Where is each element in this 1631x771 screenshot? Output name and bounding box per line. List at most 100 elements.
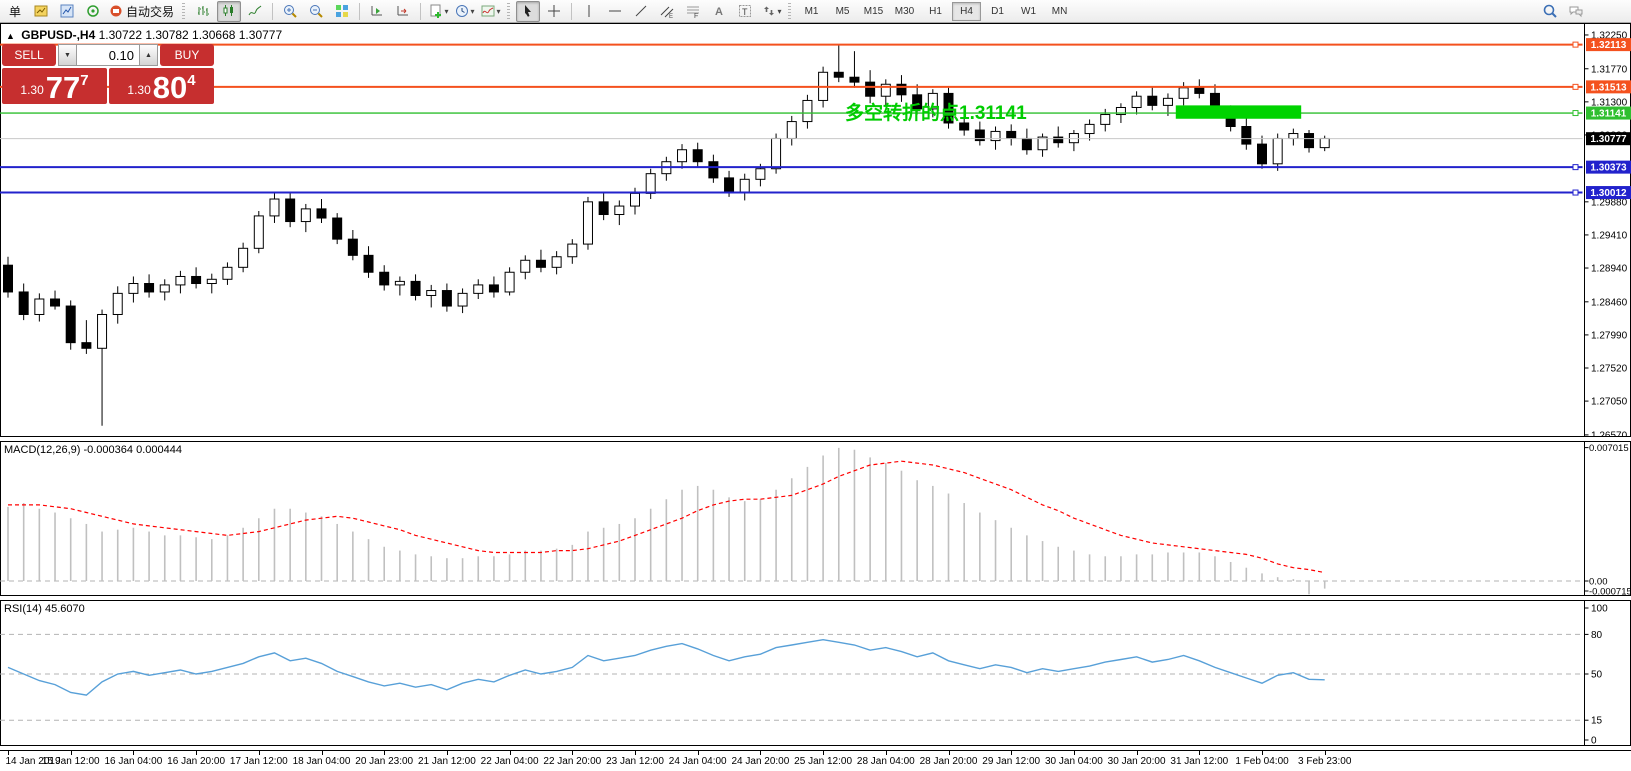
market-watch-icon [59, 3, 75, 19]
time-label: 21 Jan 12:00 [418, 756, 476, 767]
price-tick: 1.27990 [1591, 330, 1628, 341]
time-tick [1262, 751, 1263, 755]
timeframe-M15-button[interactable]: M15 [859, 2, 888, 21]
buy-price-sup: 4 [187, 72, 195, 89]
macd-label: MACD(12,26,9) -0.000364 0.000444 [4, 444, 182, 456]
toolbar: 单自动交易▾▾▾EFAT▾M1M5M15M30H1H4D1W1MN [0, 0, 1631, 23]
line-chart-button[interactable] [243, 1, 267, 22]
chart-annotation: 多空转折的点1.31141 [845, 101, 1027, 124]
main-chart-canvas[interactable]: 多空转折的点1.311411.322501.317701.313001.3083… [0, 23, 1631, 437]
timeframe-M5-button[interactable]: M5 [828, 2, 857, 21]
time-label: 28 Jan 04:00 [857, 756, 915, 767]
trendline-button[interactable] [629, 1, 653, 22]
text-button[interactable]: A [707, 1, 731, 22]
price-badge: 1.31513 [1590, 82, 1627, 93]
sell-price-sup: 7 [80, 72, 88, 89]
new-order-button[interactable]: 单 [3, 1, 27, 22]
zoom-in-button[interactable] [278, 1, 302, 22]
period-selector-button[interactable]: ▾ [452, 1, 476, 22]
tile-windows-icon [334, 3, 350, 19]
vertical-line-button[interactable] [577, 1, 601, 22]
volume-decrease-button[interactable]: ▼ [58, 44, 77, 66]
timeframe-H4-button[interactable]: H4 [952, 2, 981, 21]
bar-chart-button[interactable] [191, 1, 215, 22]
zoom-out-button[interactable] [304, 1, 328, 22]
chart-window-button[interactable] [29, 1, 53, 22]
time-tick [1137, 751, 1138, 755]
highlight-rect [1176, 105, 1301, 118]
auto-scroll-icon [395, 3, 411, 19]
price-tick: 1.31770 [1591, 64, 1628, 75]
auto-scroll-button[interactable] [391, 1, 415, 22]
horizontal-line-button[interactable] [603, 1, 627, 22]
rsi-canvas[interactable]: 1008050150 [0, 600, 1631, 746]
fibonacci-icon: F [685, 3, 701, 19]
timeframe-H1-button[interactable]: H1 [921, 2, 950, 21]
time-tick [8, 751, 9, 755]
timeframe-M1-button[interactable]: M1 [797, 2, 826, 21]
price-tick: 1.26570 [1591, 430, 1628, 437]
timeframe-M30-button[interactable]: M30 [890, 2, 919, 21]
time-tick [196, 751, 197, 755]
crosshair-button[interactable] [542, 1, 566, 22]
time-tick [1325, 751, 1326, 755]
buy-price-button[interactable]: 1.30 80 4 [109, 68, 214, 104]
time-label: 22 Jan 20:00 [543, 756, 601, 767]
time-axis[interactable]: 14 Jan 201915 Jan 12:0016 Jan 04:0016 Ja… [0, 750, 1631, 771]
mt4-window: 单自动交易▾▾▾EFAT▾M1M5M15M30H1H4D1W1MN 多空转折的点… [0, 0, 1631, 771]
chart-shift-button[interactable] [365, 1, 389, 22]
time-tick [133, 751, 134, 755]
new-chart-button[interactable]: ▾ [426, 1, 450, 22]
macd-tick: -0.000715 [1589, 587, 1631, 597]
new-order-label: 单 [9, 3, 21, 20]
autotrading-button[interactable]: 自动交易 [107, 1, 177, 22]
macd-tick: 0.007015 [1589, 443, 1629, 454]
macd-canvas[interactable]: 0.0070150.00-0.000715 [0, 441, 1631, 596]
volume-input[interactable]: 0.10 [77, 44, 139, 66]
chart-symbol: GBPUSD-,H4 [21, 28, 95, 42]
search-button[interactable] [1538, 1, 1562, 22]
timeframe-D1-button[interactable]: D1 [983, 2, 1012, 21]
sell-price-button[interactable]: 1.30 77 7 [2, 68, 107, 104]
market-watch-button[interactable] [55, 1, 79, 22]
chat-button[interactable] [1564, 1, 1588, 22]
toolbar-grip [507, 3, 510, 19]
shapes-button[interactable]: ▾ [759, 1, 783, 22]
chevron-down-icon: ▾ [778, 7, 782, 16]
chart-shift-icon [369, 3, 385, 19]
sell-button[interactable]: SELL [2, 44, 56, 66]
cursor-button[interactable] [516, 1, 540, 22]
label-icon: T [737, 3, 753, 19]
channel-button[interactable]: E [655, 1, 679, 22]
indicators-button[interactable]: ▾ [478, 1, 502, 22]
time-label: 23 Jan 12:00 [606, 756, 664, 767]
time-label: 25 Jan 12:00 [794, 756, 852, 767]
timeframe-MN-button[interactable]: MN [1045, 2, 1074, 21]
candle-chart-icon [221, 3, 237, 19]
chevron-down-icon: ▾ [471, 7, 475, 16]
toolbar-grip [182, 3, 185, 19]
toolbar-separator [359, 3, 360, 20]
bar-chart-icon [195, 3, 211, 19]
candle-chart-button[interactable] [217, 1, 241, 22]
price-tick: 1.27050 [1591, 397, 1628, 408]
volume-increase-button[interactable]: ▲ [139, 44, 158, 66]
timeframe-W1-button[interactable]: W1 [1014, 2, 1043, 21]
signals-button[interactable] [81, 1, 105, 22]
label-button[interactable]: T [733, 1, 757, 22]
time-label: 31 Jan 12:00 [1170, 756, 1228, 767]
search-icon [1542, 3, 1558, 19]
time-tick [510, 751, 511, 755]
text-icon: A [711, 3, 727, 19]
tile-windows-button[interactable] [330, 1, 354, 22]
chevron-down-icon: ▾ [445, 7, 449, 16]
sell-price-prefix: 1.30 [20, 83, 43, 97]
signals-icon [85, 3, 101, 19]
cursor-icon [520, 3, 536, 19]
buy-button[interactable]: BUY [160, 44, 214, 66]
time-label: 28 Jan 20:00 [920, 756, 978, 767]
time-tick [698, 751, 699, 755]
rsi-tick: 80 [1591, 630, 1603, 641]
fibonacci-button[interactable]: F [681, 1, 705, 22]
price-tick: 1.27520 [1591, 364, 1628, 375]
